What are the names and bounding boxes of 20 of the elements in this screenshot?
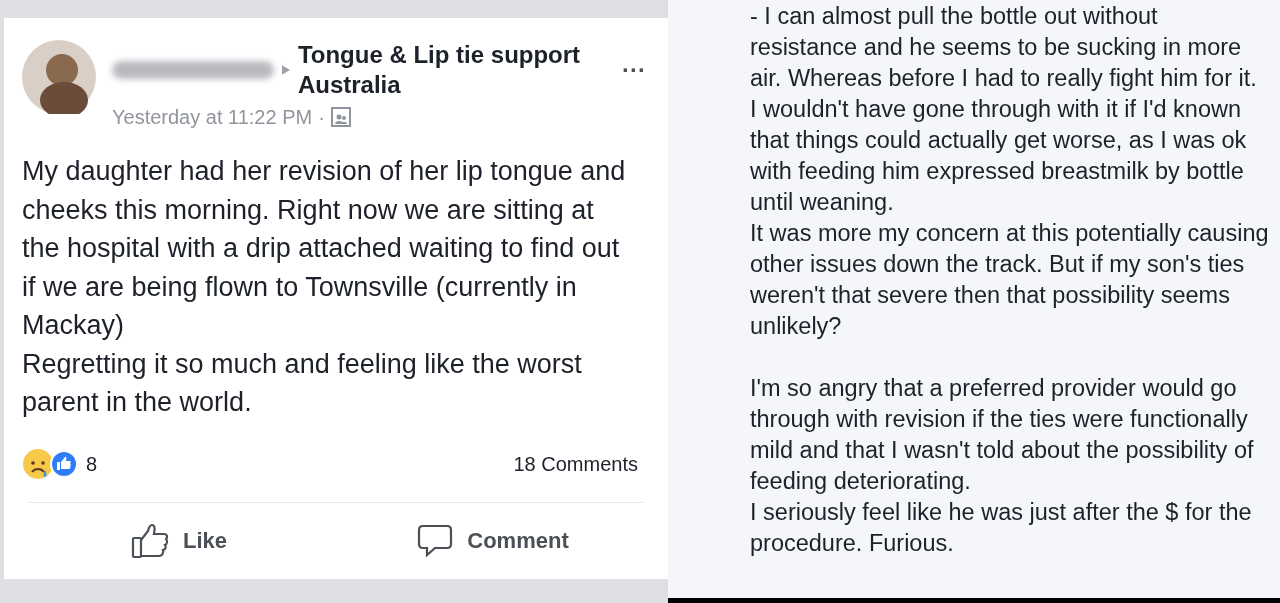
comment-text: It was more my concern at this potentially causing other issues down the track. But if my son's ties weren't that severe then that possibility seems unlikely?	[750, 219, 1270, 341]
triangle-icon	[281, 64, 290, 76]
like-button[interactable]: Like	[123, 518, 235, 563]
comment-text: I wouldn't have gone through with it if I'd known that things could actually get worse, as I was ok with feeding him expressed breastmilk by bottle until weaning.	[750, 95, 1248, 217]
speech-bubble-icon	[417, 523, 454, 558]
like-reaction-icon	[50, 449, 78, 478]
thumbs-up-icon	[131, 522, 169, 559]
more-button[interactable]: ···	[622, 60, 646, 80]
sad-reaction-icon	[22, 447, 54, 480]
separator: ·	[318, 105, 325, 130]
comment-button[interactable]: Comment	[409, 519, 577, 562]
post-text: Regretting it so much and feeling like the worst parent in the world.	[22, 347, 583, 419]
group-icon	[330, 107, 351, 127]
reaction-count[interactable]: 8	[86, 448, 98, 479]
comment-text: I'm so angry that a preferred provider would go through with revision if the ties were functionally mild and that I wasn't told about the possibility of feeding deteriorating.	[750, 374, 1255, 496]
comment-text: I seriously feel like he was just after the $ for the procedure. Furious.	[750, 498, 1253, 558]
comments-count[interactable]: 18 Comments	[513, 448, 638, 479]
comment-text: - I can almost pull the bottle out without resistance and he seems to be sucking in more air. Whereas before I had to really fight him for it.	[750, 2, 1258, 93]
post-text: My daughter had her revision of her lip tongue and cheeks this morning. Right now we are sitting at the hospital with a drip attached waiting to find out if we are being flown to Townsville (currently in Mackay)	[22, 155, 627, 342]
group-name[interactable]: Tongue & Lip tie support Australia	[297, 40, 614, 100]
